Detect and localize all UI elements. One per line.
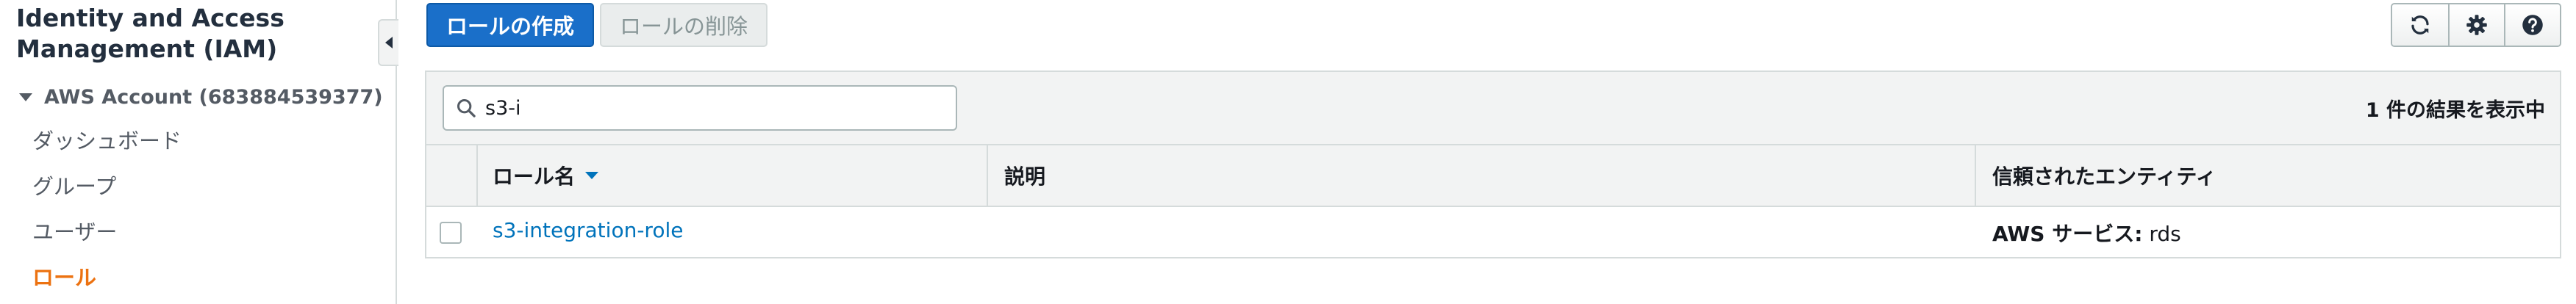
table-row[interactable]: s3-integration-role AWS サービス: rds [426,207,2560,258]
result-count: 1 件の結果を表示中 [2365,99,2545,122]
sidebar-item-dashboard[interactable]: ダッシュボード [32,126,182,156]
table-header: ロール名 説明 信頼されたエンティティ [426,145,2560,207]
search-icon [457,98,476,117]
refresh-icon [2411,15,2429,35]
column-header-role-name[interactable]: ロール名 [493,145,599,206]
caret-down-icon[interactable] [19,93,32,101]
settings-button[interactable] [2448,4,2504,46]
trusted-entity-value: rds [2149,222,2181,246]
search-input[interactable] [485,96,941,120]
sidebar: Identity and Access Management (IAM) AWS… [0,0,397,304]
account-section[interactable]: AWS Account (683884539377) [19,82,383,112]
role-name-link[interactable]: s3-integration-role [493,218,683,242]
trusted-entity-type: AWS サービス: [1992,222,2143,246]
search-box[interactable] [443,85,957,131]
sort-descending-icon[interactable] [585,172,599,179]
column-header-trusted-entity[interactable]: 信頼されたエンティティ [1992,145,2217,206]
column-header-description[interactable]: 説明 [1004,145,1045,206]
column-divider[interactable] [1975,145,1976,206]
sidebar-collapse-button[interactable] [378,19,398,66]
column-divider [476,145,478,206]
chevron-left-icon [385,37,393,48]
column-header-label: ロール名 [493,164,576,189]
table-filter-bar: 1 件の結果を表示中 [426,72,2560,145]
gear-icon [2466,15,2487,35]
sidebar-item-users[interactable]: ユーザー [32,217,117,247]
create-role-button[interactable]: ロールの作成 [426,3,594,47]
help-button[interactable] [2504,4,2560,46]
row-checkbox[interactable] [440,222,462,244]
trusted-entity-cell: AWS サービス: rds [1992,218,2181,247]
toolbar-icon-group [2391,3,2561,47]
refresh-button[interactable] [2392,4,2448,46]
sidebar-item-groups[interactable]: グループ [32,172,116,201]
column-divider[interactable] [987,145,988,206]
sidebar-title[interactable]: Identity and Access Management (IAM) [16,3,384,65]
help-icon [2522,15,2543,35]
delete-role-button: ロールの削除 [600,3,768,47]
sidebar-item-roles[interactable]: ロール [32,263,96,292]
account-label: AWS Account (683884539377) [44,85,383,109]
roles-table-panel: 1 件の結果を表示中 ロール名 説明 信頼されたエンティティ s3-integr… [425,70,2561,258]
